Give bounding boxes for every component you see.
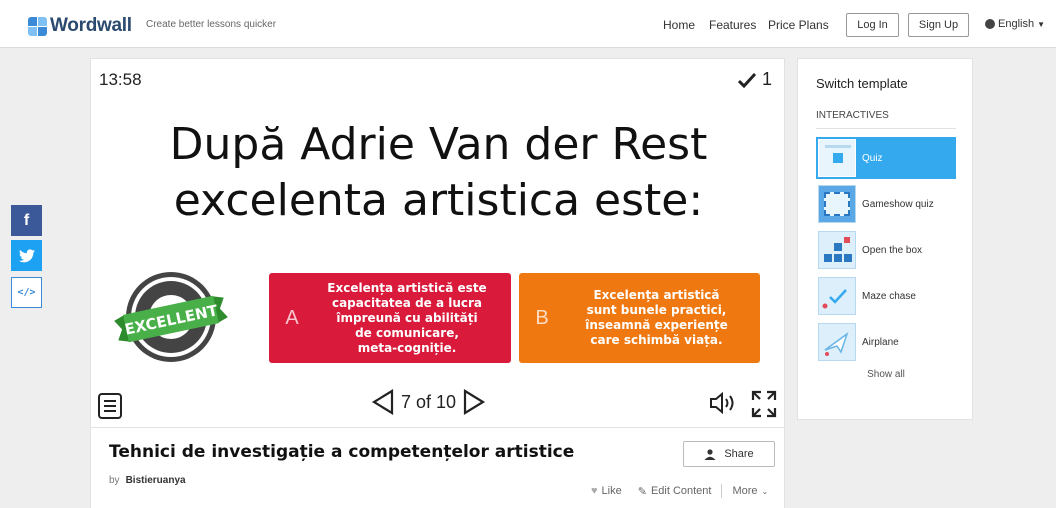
- panel-title: Switch template: [816, 76, 908, 91]
- twitter-share-button[interactable]: [11, 240, 42, 271]
- category-label: INTERACTIVES: [816, 110, 889, 121]
- game-panel: 13:58 1 După Adrie Van der Rest excelent…: [90, 58, 785, 428]
- user-icon: [704, 448, 716, 460]
- maze-chase-thumb-icon: [818, 277, 856, 315]
- divider: [816, 128, 956, 129]
- signup-button[interactable]: Sign Up: [908, 13, 969, 37]
- author-link[interactable]: Bistieruanya: [126, 475, 186, 486]
- login-button[interactable]: Log In: [846, 13, 899, 37]
- embed-code-icon: </>: [17, 287, 36, 298]
- embed-button[interactable]: </>: [11, 277, 42, 308]
- sound-icon[interactable]: [709, 392, 739, 414]
- next-arrow-icon[interactable]: [462, 389, 486, 415]
- answer-line: împreună cu abilități: [336, 310, 478, 325]
- answer-line: capacitatea de a lucra: [331, 295, 483, 310]
- answer-line: înseamnă experiențe: [585, 318, 728, 332]
- share-button[interactable]: Share: [683, 441, 775, 467]
- template-open-the-box[interactable]: Open the box: [816, 229, 956, 271]
- menu-button[interactable]: [98, 393, 122, 419]
- heart-icon: ♥: [591, 485, 598, 497]
- language-label: English: [998, 18, 1035, 30]
- wordwall-logo[interactable]: Wordwall: [28, 15, 132, 37]
- timer: 13:58: [99, 70, 142, 89]
- activity-title: Tehnici de investigație a competențelor …: [109, 442, 575, 462]
- excellent-stamp-image: EXCELLENT: [114, 272, 228, 362]
- question-line: excelenta artistica este:: [173, 175, 704, 226]
- author-byline: by Bistieruanya: [109, 475, 186, 486]
- template-gameshow-quiz[interactable]: Gameshow quiz: [816, 183, 956, 225]
- fullscreen-icon[interactable]: [751, 390, 777, 418]
- globe-icon: [985, 19, 995, 29]
- by-label: by: [109, 475, 120, 486]
- hamburger-icon: [104, 400, 116, 402]
- template-label: Airplane: [862, 336, 899, 348]
- nav-home[interactable]: Home: [663, 18, 695, 32]
- divider: [721, 484, 723, 498]
- facebook-icon: f: [23, 211, 30, 229]
- like-button[interactable]: ♥ Like: [591, 485, 622, 497]
- page-indicator: 7 of 10: [401, 391, 457, 412]
- logo-icon: [28, 16, 47, 36]
- tagline: Create better lessons quicker: [146, 19, 277, 30]
- activity-info: Tehnici de investigație a competențelor …: [90, 428, 785, 508]
- pagination: 7 of 10: [371, 389, 486, 415]
- answer-line: de comunicare,: [355, 325, 459, 340]
- facebook-share-button[interactable]: f: [11, 205, 42, 236]
- score-value: 1: [761, 69, 772, 89]
- open-the-box-thumb-icon: [818, 231, 856, 269]
- question-image: EXCELLENT: [111, 267, 241, 375]
- edit-content-button[interactable]: ✎ Edit Content: [638, 485, 712, 498]
- answer-line: care schimbă viața.: [590, 333, 723, 347]
- template-label: Gameshow quiz: [862, 198, 934, 210]
- template-maze-chase[interactable]: Maze chase: [816, 275, 956, 317]
- answer-a-button[interactable]: A Excelența artistică este capacitatea d…: [269, 273, 511, 363]
- answer-b-button[interactable]: B Excelența artistică sunt bunele practi…: [519, 273, 760, 363]
- like-label: Like: [601, 485, 622, 497]
- template-label: Maze chase: [862, 290, 916, 302]
- answer-b-text: Excelența artistică sunt bunele practici…: [565, 288, 760, 348]
- nav-features[interactable]: Features: [709, 18, 756, 32]
- switch-template-panel: Switch template INTERACTIVES Quiz Gamesh…: [797, 58, 973, 420]
- more-label: More: [732, 485, 758, 497]
- answer-line: Excelența artistică este: [327, 280, 487, 295]
- nav-price-plans[interactable]: Price Plans: [768, 18, 829, 32]
- template-quiz[interactable]: Quiz: [816, 137, 956, 179]
- share-label: Share: [724, 448, 754, 460]
- answer-letter: B: [535, 306, 549, 329]
- answer-line: meta-cogniție.: [357, 340, 457, 355]
- more-button[interactable]: More ⌄: [732, 485, 768, 497]
- gameshow-quiz-thumb-icon: [818, 185, 856, 223]
- answer-line: Excelența artistică: [593, 288, 720, 302]
- show-all-link[interactable]: Show all: [816, 369, 956, 380]
- question-text: După Adrie Van der Rest excelenta artist…: [91, 117, 786, 229]
- pencil-icon: ✎: [637, 485, 647, 498]
- language-selector[interactable]: English ▼: [985, 18, 1045, 30]
- answer-line: sunt bunele practici,: [586, 303, 727, 317]
- chevron-down-icon: ▼: [1037, 19, 1045, 29]
- previous-arrow-icon[interactable]: [371, 389, 395, 415]
- twitter-icon: [18, 248, 35, 262]
- template-label: Open the box: [862, 244, 923, 256]
- activity-actions: ♥ Like ✎ Edit Content More ⌄: [591, 484, 768, 498]
- top-navbar: Wordwall Create better lessons quicker H…: [0, 0, 1056, 48]
- quiz-thumb-icon: [818, 139, 856, 177]
- question-line: După Adrie Van der Rest: [169, 119, 708, 170]
- airplane-thumb-icon: [818, 323, 856, 361]
- score: 1: [737, 69, 772, 90]
- logo-text: Wordwall: [50, 15, 132, 36]
- answer-a-text: Excelența artistică este capacitatea de …: [315, 281, 511, 356]
- chevron-down-icon: ⌄: [761, 486, 769, 496]
- template-airplane[interactable]: Airplane: [816, 321, 956, 363]
- template-label: Quiz: [862, 152, 883, 164]
- answer-letter: A: [285, 306, 299, 329]
- edit-label: Edit Content: [650, 485, 712, 497]
- checkmark-icon: [737, 72, 756, 88]
